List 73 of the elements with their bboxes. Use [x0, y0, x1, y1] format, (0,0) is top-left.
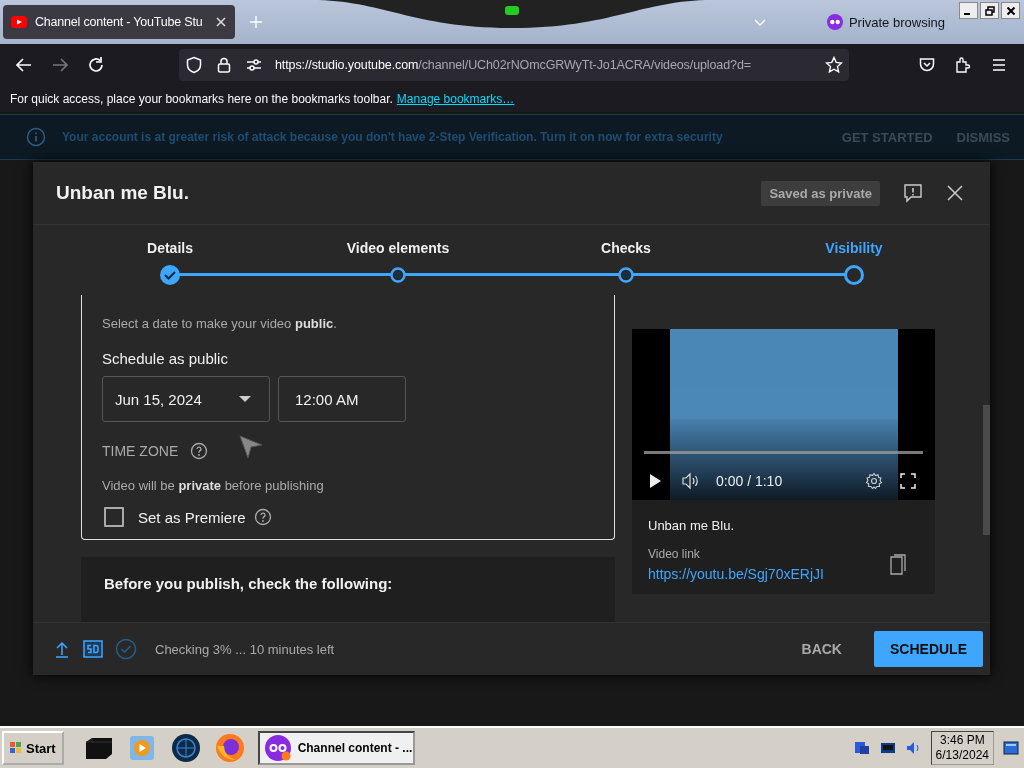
reload-icon[interactable] [87, 56, 105, 74]
close-button[interactable] [1001, 2, 1020, 19]
premiere-checkbox[interactable] [104, 507, 124, 527]
feedback-icon[interactable] [902, 182, 924, 204]
premiere-label: Set as Premiere [138, 508, 246, 526]
step-tab[interactable]: Video elements [346, 240, 450, 264]
bookmarks-hint: For quick access, place your bookmarks here on the bookmarks toolbar. [10, 92, 393, 106]
upload-status: Checking 3% ... 10 minutes left [155, 641, 335, 657]
step-tab[interactable]: Details [147, 240, 193, 264]
restore-button[interactable] [980, 2, 999, 19]
network-icon[interactable] [852, 739, 871, 757]
start-button[interactable]: Start [2, 731, 64, 765]
url-text: https://studio.youtube.com/channel/UCh02rNOmcGRWyTt-Jo1ACRA/videos/upload?d= [275, 58, 752, 72]
volume-icon[interactable] [680, 471, 700, 491]
mouse-pointer-icon [238, 434, 265, 460]
bookmark-star-icon[interactable] [825, 56, 843, 74]
help-icon[interactable] [190, 442, 209, 460]
schedule-button[interactable]: SCHEDULE [874, 631, 983, 667]
menu-icon[interactable] [990, 56, 1008, 74]
time-zone-label: TIME ZONE [102, 443, 179, 459]
taskbar-window-button[interactable]: Channel content - ... [257, 731, 415, 765]
checklist-title: Before you publish, check the following: [104, 575, 393, 592]
private-note: Video will be private before publishing [102, 478, 324, 493]
pocket-icon[interactable] [918, 56, 936, 74]
minimize-icon [964, 12, 970, 15]
video-title: Unban me Blu. [648, 518, 735, 533]
check-circle-icon [115, 638, 137, 660]
info-icon [26, 127, 46, 147]
step-tab[interactable]: Checks [601, 240, 651, 264]
globe-icon[interactable] [169, 732, 202, 764]
private-browsing-label: Private browsing [848, 14, 945, 30]
show-desktop-icon[interactable] [1002, 739, 1020, 757]
back-button[interactable]: BACK [785, 631, 858, 667]
manage-bookmarks-link[interactable]: Manage bookmarks… [396, 92, 515, 106]
banner-message: Your account is at greater risk of attack because you don't have 2-Step Verification. Turn it on now for extra security [62, 130, 723, 144]
video-link[interactable]: https://youtu.be/Sgj70xERjJI [648, 566, 824, 582]
browser-tab[interactable]: Channel content - YouTube Stu [3, 5, 235, 39]
clock[interactable]: 3:46 PM 6/13/2024 [930, 731, 994, 765]
minimize-button[interactable] [959, 2, 978, 19]
dialog-title: Unban me Blu. [56, 182, 190, 204]
sd-quality-icon [83, 639, 103, 659]
tab-title: Channel content - YouTube Stu [35, 15, 204, 29]
copy-icon[interactable] [887, 553, 909, 576]
progress-track[interactable] [644, 451, 923, 454]
restore-icon [984, 5, 995, 16]
saved-status-badge: Saved as private [761, 180, 880, 206]
schedule-label: Schedule as public [102, 350, 228, 367]
private-mask-icon [263, 734, 292, 762]
firefox-icon[interactable] [213, 732, 246, 764]
time-field[interactable]: 12:00 AM [278, 376, 406, 422]
scrollbar[interactable] [983, 405, 990, 535]
video-logo-icon [11, 14, 27, 30]
private-mask-icon [826, 14, 843, 30]
video-link-label: Video link [648, 547, 701, 561]
forward-icon[interactable] [51, 56, 69, 74]
shield-icon[interactable] [185, 56, 203, 74]
help-icon[interactable] [253, 508, 272, 526]
video-time: 0:00 / 1:10 [716, 473, 783, 489]
schedule-hint: Select a date to make your video public. [102, 316, 337, 331]
back-icon[interactable] [15, 56, 33, 74]
upload-icon [53, 640, 71, 658]
extensions-icon[interactable] [954, 56, 972, 74]
caret-icon [239, 396, 251, 402]
lock-icon[interactable] [215, 56, 233, 74]
close-icon[interactable] [215, 16, 227, 28]
close-icon [1005, 5, 1016, 16]
fullscreen-icon[interactable] [899, 472, 917, 490]
step-tab[interactable]: Visibility [825, 240, 883, 264]
permissions-icon[interactable] [245, 56, 263, 74]
date-dropdown[interactable]: Jun 15, 2024 [102, 376, 270, 422]
address-bar[interactable]: https://studio.youtube.com/channel/UCh02rNOmcGRWyTt-Jo1ACRA/videos/upload?d= [179, 49, 849, 81]
settings-icon[interactable] [865, 472, 883, 490]
windows-logo-icon [10, 742, 22, 754]
